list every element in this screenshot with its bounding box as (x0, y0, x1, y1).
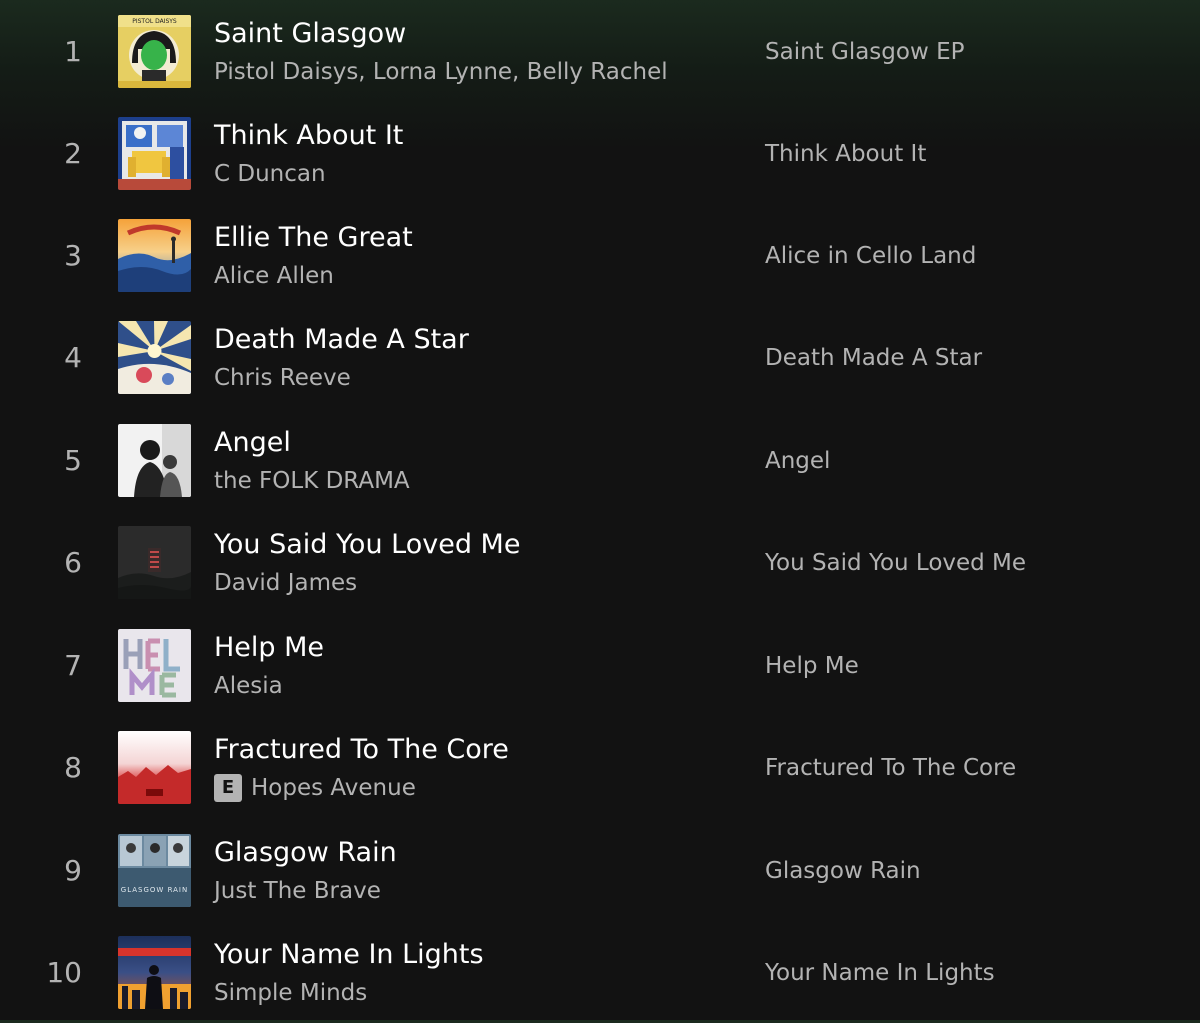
track-number: 1 (64, 35, 82, 68)
album-cover-image: PISTOL DAISYS (118, 15, 191, 88)
track-title[interactable]: Saint Glasgow (214, 16, 406, 52)
track-title[interactable]: Fractured To The Core (214, 732, 509, 768)
track-row[interactable]: 1 PISTOL DAISYS Saint Glasgow Pistol Dai… (0, 0, 1200, 102)
track-number: 8 (64, 751, 82, 784)
album-cover-image (118, 731, 191, 804)
track-row[interactable]: 4 Death Made A Star Chris Reeve Death Ma… (0, 306, 1200, 408)
tracklist: 1 PISTOL DAISYS Saint Glasgow Pistol Dai… (0, 0, 1200, 1020)
artist-names[interactable]: C Duncan (214, 158, 326, 190)
track-album[interactable]: Help Me (765, 650, 859, 682)
album-cover-image (118, 629, 191, 702)
track-artists[interactable]: Chris Reeve (214, 362, 351, 394)
artist-names[interactable]: Chris Reeve (214, 362, 351, 394)
track-artists[interactable]: Simple Minds (214, 977, 367, 1009)
album-cover[interactable] (118, 321, 191, 394)
artist-names[interactable]: Hopes Avenue (251, 772, 416, 804)
track-album[interactable]: Your Name In Lights (765, 957, 995, 989)
track-number: 7 (64, 649, 82, 682)
track-album[interactable]: Alice in Cello Land (765, 240, 976, 272)
album-cover-image (118, 219, 191, 292)
artist-names[interactable]: Alesia (214, 670, 283, 702)
track-artists[interactable]: the FOLK DRAMA (214, 465, 410, 497)
track-album[interactable]: Saint Glasgow EP (765, 36, 964, 68)
album-cover[interactable] (118, 424, 191, 497)
track-title[interactable]: Help Me (214, 630, 324, 666)
artist-names[interactable]: Pistol Daisys, Lorna Lynne, Belly Rachel (214, 56, 668, 88)
album-cover[interactable] (118, 936, 191, 1009)
cover-text: GLASGOW RAIN (121, 886, 188, 894)
track-row[interactable]: 10 Your Name In Lights Simple Minds Your… (0, 921, 1200, 1023)
track-row[interactable]: 5 Angel the FOLK DRAMA Angel (0, 409, 1200, 511)
album-cover[interactable] (118, 219, 191, 292)
track-number: 6 (64, 546, 82, 579)
artist-names[interactable]: David James (214, 567, 357, 599)
track-artists[interactable]: Alesia (214, 670, 283, 702)
track-artists[interactable]: Alice Allen (214, 260, 334, 292)
track-number: 2 (64, 137, 82, 170)
track-album[interactable]: Fractured To The Core (765, 752, 1016, 784)
track-number: 9 (64, 854, 82, 887)
album-cover[interactable] (118, 117, 191, 190)
track-row[interactable]: 2 Think About It C Duncan Think About It (0, 102, 1200, 204)
track-artists[interactable]: Pistol Daisys, Lorna Lynne, Belly Rachel (214, 56, 668, 88)
album-cover-image (118, 526, 191, 599)
track-number: 4 (64, 341, 82, 374)
album-cover-image (118, 117, 191, 190)
track-artists[interactable]: Just The Brave (214, 875, 381, 907)
album-cover-image: GLASGOW RAIN (118, 834, 191, 907)
track-title[interactable]: Glasgow Rain (214, 835, 397, 871)
track-artists[interactable]: David James (214, 567, 357, 599)
track-row[interactable]: 9 GLASGOW RAIN Glasgow Rain Just The Bra… (0, 819, 1200, 921)
album-cover[interactable]: PISTOL DAISYS (118, 15, 191, 88)
track-number: 10 (46, 956, 82, 989)
track-artists[interactable]: E Hopes Avenue (214, 772, 416, 804)
track-album[interactable]: Think About It (765, 138, 926, 170)
artist-names[interactable]: Alice Allen (214, 260, 334, 292)
track-title[interactable]: Ellie The Great (214, 220, 413, 256)
album-cover[interactable] (118, 731, 191, 804)
track-album[interactable]: Death Made A Star (765, 342, 982, 374)
track-title[interactable]: Think About It (214, 118, 403, 154)
album-cover[interactable]: GLASGOW RAIN (118, 834, 191, 907)
album-cover-image (118, 936, 191, 1009)
album-cover[interactable] (118, 526, 191, 599)
cover-text: PISTOL DAISYS (132, 18, 177, 25)
track-row[interactable]: 6 You Said You Loved Me David James You … (0, 511, 1200, 613)
track-title[interactable]: You Said You Loved Me (214, 527, 520, 563)
track-number: 5 (64, 444, 82, 477)
track-number: 3 (64, 239, 82, 272)
track-title[interactable]: Death Made A Star (214, 322, 469, 358)
track-title[interactable]: Angel (214, 425, 291, 461)
track-title[interactable]: Your Name In Lights (214, 937, 484, 973)
artist-names[interactable]: the FOLK DRAMA (214, 465, 410, 497)
album-cover-image (118, 321, 191, 394)
track-row[interactable]: 3 Ellie The Great Alice Allen Alice in C… (0, 204, 1200, 306)
track-artists[interactable]: C Duncan (214, 158, 326, 190)
track-album[interactable]: You Said You Loved Me (765, 547, 1026, 579)
track-row[interactable]: 7 Help Me Alesia Help Me (0, 614, 1200, 716)
album-cover[interactable] (118, 629, 191, 702)
track-album[interactable]: Angel (765, 445, 830, 477)
artist-names[interactable]: Just The Brave (214, 875, 381, 907)
track-row[interactable]: 8 Fractured To The Core E Hopes Avenue Fr… (0, 716, 1200, 818)
album-cover-image (118, 424, 191, 497)
artist-names[interactable]: Simple Minds (214, 977, 367, 1009)
track-album[interactable]: Glasgow Rain (765, 855, 921, 887)
explicit-badge: E (214, 774, 242, 802)
